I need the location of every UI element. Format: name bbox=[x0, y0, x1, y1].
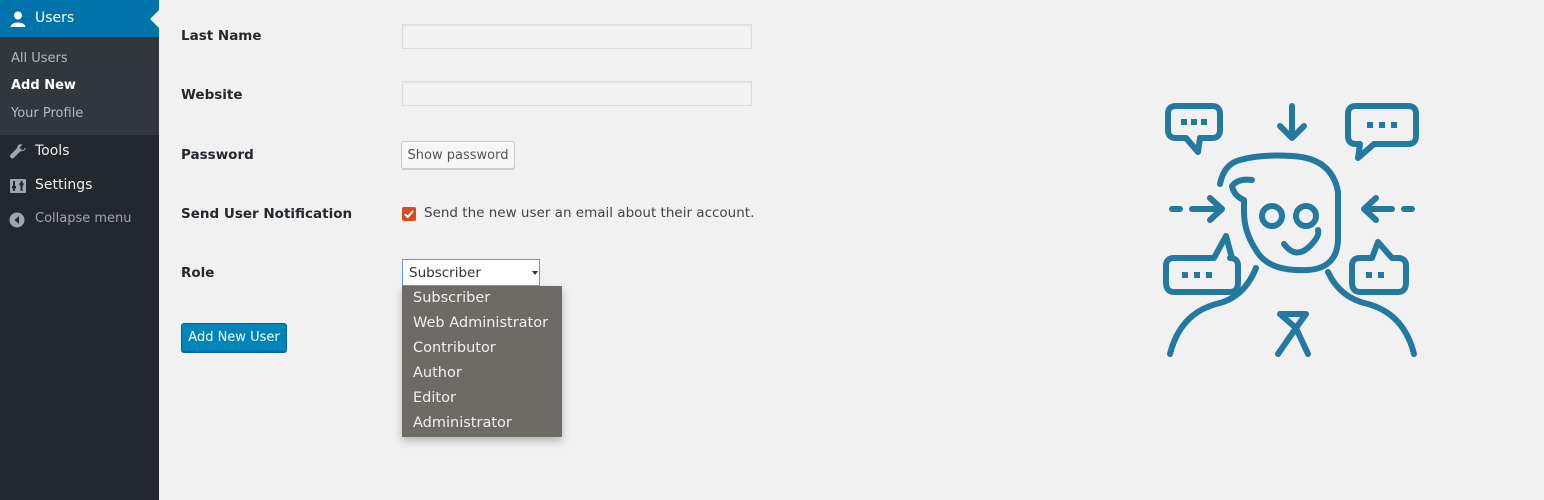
role-dropdown: Subscriber Web Administrator Contributor… bbox=[402, 286, 562, 437]
chevron-down-icon bbox=[532, 271, 538, 275]
role-option-administrator[interactable]: Administrator bbox=[413, 415, 512, 431]
role-label: Role bbox=[181, 265, 215, 281]
submenu-your-profile[interactable]: Your Profile bbox=[11, 106, 83, 121]
role-option-author[interactable]: Author bbox=[413, 365, 462, 381]
menu-tools[interactable]: Tools bbox=[0, 137, 159, 167]
notification-checkbox[interactable] bbox=[402, 207, 416, 221]
menu-tools-label: Tools bbox=[35, 143, 70, 159]
person-with-chat-bubbles-icon bbox=[1160, 100, 1424, 360]
role-option-web-administrator[interactable]: Web Administrator bbox=[413, 315, 548, 331]
notification-label: Send User Notification bbox=[181, 206, 353, 222]
role-option-contributor[interactable]: Contributor bbox=[413, 340, 496, 356]
password-label: Password bbox=[181, 147, 254, 163]
collapse-arrow-icon bbox=[9, 211, 27, 229]
role-option-editor[interactable]: Editor bbox=[413, 390, 456, 406]
website-input[interactable] bbox=[402, 81, 752, 106]
submenu-all-users[interactable]: All Users bbox=[11, 51, 68, 66]
submenu-add-new[interactable]: Add New bbox=[11, 78, 76, 93]
settings-icon bbox=[9, 177, 27, 195]
admin-sidebar: Users All Users Add New Your Profile Too… bbox=[0, 0, 159, 500]
website-label: Website bbox=[181, 87, 243, 103]
current-menu-arrow bbox=[150, 10, 159, 28]
add-new-user-button[interactable]: Add New User bbox=[181, 323, 287, 352]
menu-settings[interactable]: Settings bbox=[0, 171, 159, 201]
show-password-button[interactable]: Show password bbox=[401, 141, 515, 169]
role-selected-value: Subscriber bbox=[409, 265, 481, 281]
menu-settings-label: Settings bbox=[35, 177, 93, 193]
last-name-input[interactable] bbox=[402, 24, 752, 49]
menu-users-label: Users bbox=[35, 10, 75, 26]
notification-text: Send the new user an email about their a… bbox=[424, 205, 755, 221]
role-select[interactable]: Subscriber bbox=[402, 259, 540, 286]
collapse-menu[interactable]: Collapse menu bbox=[0, 205, 159, 235]
user-icon bbox=[9, 10, 27, 28]
wrench-icon bbox=[9, 143, 27, 161]
collapse-menu-label: Collapse menu bbox=[35, 211, 132, 226]
role-option-subscriber[interactable]: Subscriber bbox=[413, 290, 490, 306]
menu-users[interactable]: Users bbox=[0, 0, 159, 37]
users-submenu: All Users Add New Your Profile bbox=[0, 37, 159, 135]
checkmark-icon bbox=[404, 210, 414, 219]
last-name-label: Last Name bbox=[181, 28, 262, 44]
